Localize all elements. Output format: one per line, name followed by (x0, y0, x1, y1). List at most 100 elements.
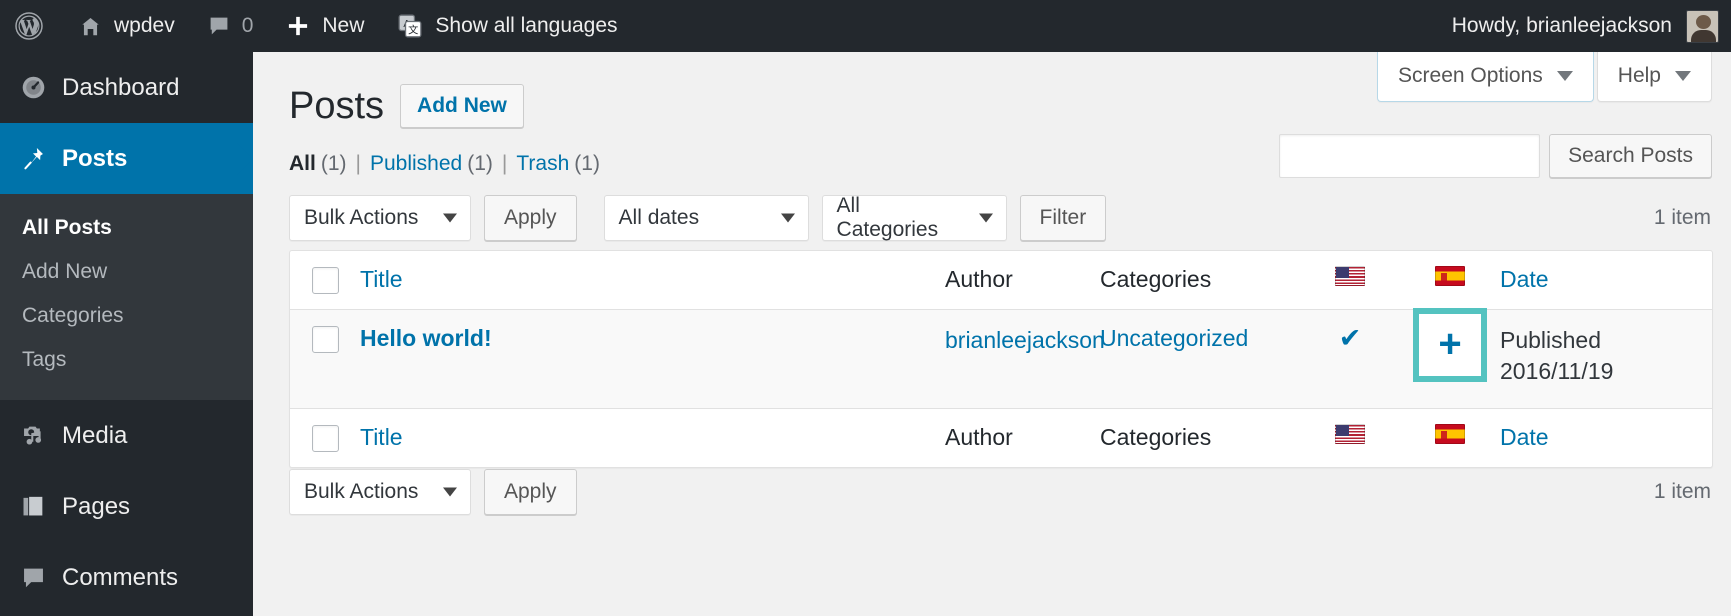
page-title: Posts (289, 85, 385, 127)
view-separator: | (355, 152, 361, 175)
sidebar-item-label: Media (62, 421, 128, 449)
chevron-down-icon (1675, 71, 1691, 81)
displaying-num-top: 1 item (1653, 206, 1711, 229)
help-tab[interactable]: Help (1596, 52, 1712, 102)
column-header-date[interactable]: Date (1500, 251, 1710, 308)
table-row: Hello world! brianleejackson Uncategoriz… (290, 308, 1712, 409)
account-menu[interactable]: Howdy, brianleejackson (1452, 9, 1731, 43)
sidebar-item-all-posts[interactable]: All Posts (0, 206, 253, 250)
post-author-link[interactable]: brianleejackson (945, 325, 1105, 356)
search-input[interactable] (1279, 134, 1541, 178)
chevron-down-icon (1556, 71, 1573, 81)
sidebar-item-media[interactable]: Media (0, 400, 253, 471)
flag-spain-icon (1435, 424, 1465, 444)
sidebar-item-pages[interactable]: Pages (0, 471, 253, 542)
wordpress-logo-button[interactable] (0, 0, 62, 52)
column-footer-author: Author (945, 424, 1013, 450)
row-lang-es-cell: + (1400, 308, 1500, 391)
translate-icon: A 文 (396, 12, 424, 40)
post-status: Published (1500, 327, 1602, 353)
admin-bar: wpdev 0 New A 文 Show all languages (0, 0, 1731, 52)
sidebar-item-add-new[interactable]: Add New (0, 250, 253, 294)
column-header-lang-en (1300, 251, 1400, 301)
new-content-label: New (322, 14, 365, 37)
sidebar-item-dashboard[interactable]: Dashboard (0, 52, 253, 123)
date-filter-select[interactable]: All dates (603, 195, 809, 241)
select-all-checkbox-bottom[interactable] (311, 425, 339, 452)
sidebar-item-tags[interactable]: Tags (0, 338, 253, 382)
column-footer-title[interactable]: Title (360, 409, 945, 466)
row-categories-cell: Uncategorized (1100, 310, 1300, 367)
table-footer-row: Title Author Categories Date (290, 409, 1712, 467)
bulk-actions-value: Bulk Actions (304, 206, 419, 229)
row-author-cell: brianleejackson (945, 310, 1105, 371)
column-header-title[interactable]: Title (360, 251, 945, 308)
row-date-cell: Published 2016/11/19 (1500, 310, 1710, 402)
pin-icon (20, 145, 47, 172)
bulk-actions-value-bottom: Bulk Actions (304, 480, 419, 503)
screen-options-tab[interactable]: Screen Options (1377, 52, 1594, 102)
comment-bubble-icon (207, 14, 231, 38)
new-content-button[interactable]: New (269, 0, 380, 52)
tablenav-top: Bulk Actions Apply All dates All Categor… (289, 193, 1713, 243)
post-title-link[interactable]: Hello world! (360, 325, 492, 352)
view-trash-count: (1) (574, 152, 600, 175)
select-all-header (290, 251, 360, 309)
post-date: Published 2016/11/19 (1500, 325, 1613, 387)
select-all-footer (290, 409, 360, 467)
sidebar-item-categories[interactable]: Categories (0, 294, 253, 338)
sidebar-item-label: Comments (62, 563, 179, 591)
add-translation-button[interactable]: + (1413, 308, 1487, 382)
comments-button[interactable]: 0 (191, 0, 270, 52)
date-filter-value: All dates (618, 206, 700, 229)
view-trash-link[interactable]: Trash (516, 152, 569, 176)
media-icon (20, 422, 47, 449)
column-footer-lang-es (1400, 409, 1500, 459)
sidebar-item-label: Posts (62, 144, 128, 172)
filter-button[interactable]: Filter (1019, 195, 1107, 241)
view-published-count: (1) (467, 152, 493, 175)
category-filter-value: All Categories (836, 194, 939, 241)
bulk-actions-select-bottom[interactable]: Bulk Actions (289, 469, 471, 515)
sidebar-subitem-label: Add New (22, 260, 108, 283)
column-header-categories: Categories (1100, 266, 1212, 292)
search-posts-button[interactable]: Search Posts (1549, 134, 1712, 178)
column-footer-lang-en (1300, 409, 1400, 459)
apply-button-top[interactable]: Apply (484, 195, 577, 241)
view-all-link[interactable]: All (289, 152, 316, 176)
category-filter-select[interactable]: All Categories (821, 194, 1007, 241)
row-title-cell: Hello world! (360, 310, 945, 367)
bulk-actions-select[interactable]: Bulk Actions (289, 195, 471, 241)
comment-bubble-icon (20, 564, 47, 591)
plus-icon (285, 13, 311, 39)
column-footer-date[interactable]: Date (1500, 409, 1710, 466)
post-date-value: 2016/11/19 (1500, 358, 1614, 385)
view-published-link[interactable]: Published (370, 152, 462, 176)
show-all-languages-button[interactable]: A 文 Show all languages (380, 0, 633, 52)
row-lang-en-cell: ✔ (1300, 310, 1400, 367)
chevron-down-icon (443, 487, 457, 497)
sidebar-item-label: Pages (62, 492, 131, 520)
sidebar-subitem-label: All Posts (22, 216, 112, 239)
screen-meta-links: Screen Options Help (1377, 52, 1712, 102)
column-header-lang-es (1400, 251, 1500, 301)
show-all-languages-label: Show all languages (435, 14, 618, 37)
view-all-count: (1) (320, 152, 347, 175)
dashboard-icon (20, 74, 47, 101)
site-name-button[interactable]: wpdev (62, 0, 191, 52)
site-name-label: wpdev (114, 14, 175, 37)
admin-sidebar: Dashboard Posts All Posts Add New Catego… (0, 52, 253, 616)
pages-icon (20, 493, 47, 520)
post-category-link[interactable]: Uncategorized (1100, 325, 1248, 352)
select-all-checkbox-top[interactable] (311, 267, 339, 294)
sidebar-item-posts[interactable]: Posts (0, 123, 253, 194)
post-status-views: All (1) | Published (1) | Trash (1) (289, 152, 600, 176)
check-icon[interactable]: ✔ (1339, 325, 1362, 352)
page-heading: Posts Add New (289, 84, 524, 128)
svg-text:文: 文 (408, 23, 418, 36)
row-checkbox[interactable] (311, 326, 339, 353)
sidebar-item-comments[interactable]: Comments (0, 542, 253, 613)
add-new-button[interactable]: Add New (400, 84, 524, 128)
posts-submenu: All Posts Add New Categories Tags (0, 194, 253, 400)
apply-button-bottom[interactable]: Apply (484, 469, 577, 515)
